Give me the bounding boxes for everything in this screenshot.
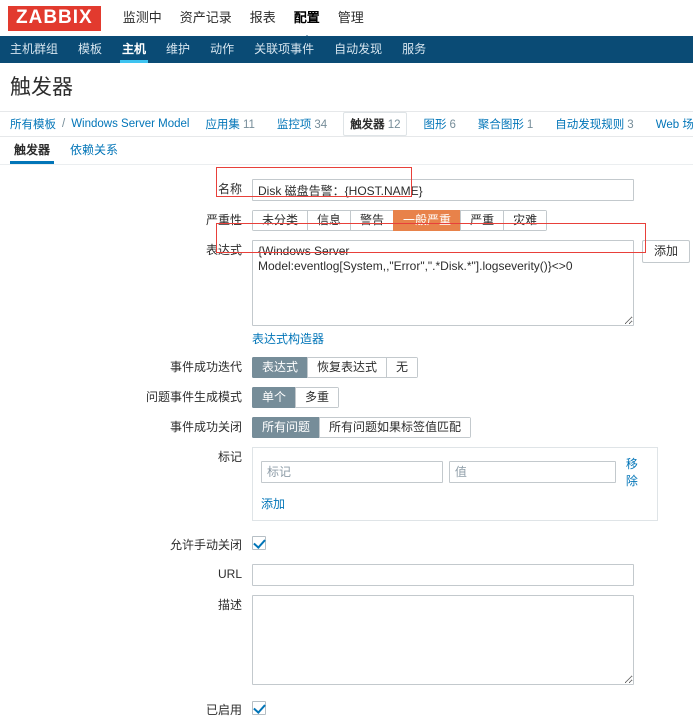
top-header: ZABBIX 监测中 资产记录 报表 配置 管理 xyxy=(0,0,693,42)
tags-container: 移除 添加 xyxy=(252,447,658,521)
breadcrumb-template-name[interactable]: Windows Server Model xyxy=(71,118,189,130)
name-label: 名称 xyxy=(217,182,242,196)
expression-add-button[interactable]: 添加 xyxy=(642,240,691,263)
object-tab-applications[interactable]: 应用集 11 xyxy=(199,113,260,135)
object-tab-discovery-rules-label: 自动发现规则 xyxy=(555,119,625,131)
problem-event-generation-mode-group: 单个 多重 xyxy=(252,387,340,408)
form-row-url: URL xyxy=(0,564,693,586)
severity-option-high[interactable]: 严重 xyxy=(460,210,504,231)
menu-item-monitoring[interactable]: 监测中 xyxy=(123,0,162,36)
tags-label: 标记 xyxy=(217,450,242,464)
severity-option-disaster[interactable]: 灾难 xyxy=(503,210,548,231)
tag-row: 移除 xyxy=(261,455,649,489)
ok-event-generation-label: 事件成功迭代 xyxy=(169,360,242,374)
form-row-tags: 标记 移除 添加 xyxy=(0,447,693,521)
object-tab-discovery-rules-count: 3 xyxy=(627,119,634,131)
severity-option-average[interactable]: 一般严重 xyxy=(393,210,461,231)
expression-textarea[interactable]: {Windows Server Model:eventlog[System,,"… xyxy=(252,240,634,326)
subnav-item-actions[interactable]: 动作 xyxy=(208,36,236,63)
form-row-allow-manual-close: 允许手动关闭 xyxy=(0,535,693,555)
subnav-item-event-correlation[interactable]: 关联项事件 xyxy=(252,36,316,63)
problem-event-generation-mode-label: 问题事件生成模式 xyxy=(145,390,242,404)
ok-event-generation-option-recovery-expression[interactable]: 恢复表达式 xyxy=(307,357,387,378)
problem-event-mode-option-single[interactable]: 单个 xyxy=(252,387,296,408)
tab-dependencies[interactable]: 依赖关系 xyxy=(68,136,120,164)
name-input[interactable] xyxy=(252,179,634,201)
object-tab-items-count: 34 xyxy=(314,119,328,131)
object-tab-triggers-label: 触发器 xyxy=(350,119,385,131)
object-tab-web-scenarios[interactable]: Web 场景 xyxy=(650,113,693,135)
form-row-enabled: 已启用 xyxy=(0,700,693,720)
severity-label: 严重性 xyxy=(205,213,242,227)
ok-event-generation-option-none[interactable]: 无 xyxy=(386,357,419,378)
allow-manual-close-label: 允许手动关闭 xyxy=(169,538,242,552)
object-tab-graphs[interactable]: 图形 6 xyxy=(417,113,461,135)
form-row-description: 描述 xyxy=(0,595,693,688)
object-tab-screens[interactable]: 聚合图形 1 xyxy=(472,113,539,135)
form-row-name: 名称 xyxy=(0,179,693,201)
ok-event-closes-group: 所有问题 所有问题如果标签值匹配 xyxy=(252,417,472,438)
ok-event-closes-option-tag-match[interactable]: 所有问题如果标签值匹配 xyxy=(319,417,472,438)
url-input[interactable] xyxy=(252,564,634,586)
form-row-ok-event-closes: 事件成功关闭 所有问题 所有问题如果标签值匹配 xyxy=(0,417,693,438)
form-row-expression: 表达式 {Windows Server Model:eventlog[Syste… xyxy=(0,240,693,347)
tag-value-input[interactable] xyxy=(448,461,616,483)
tag-add-link[interactable]: 添加 xyxy=(261,495,285,512)
severity-button-group: 未分类 信息 警告 一般严重 严重 灾难 xyxy=(252,210,548,231)
zabbix-logo[interactable]: ZABBIX xyxy=(8,5,101,31)
subnav-item-maintenance[interactable]: 维护 xyxy=(164,36,192,63)
problem-event-mode-option-multiple[interactable]: 多重 xyxy=(295,387,340,408)
expression-constructor-link[interactable]: 表达式构造器 xyxy=(252,330,324,347)
description-textarea[interactable] xyxy=(252,595,634,685)
object-tab-graphs-count: 6 xyxy=(449,119,456,131)
tab-trigger[interactable]: 触发器 xyxy=(9,136,55,164)
breadcrumb: 所有模板 / Windows Server Model 应用集 11 监控项 34 … xyxy=(0,111,693,137)
severity-option-information[interactable]: 信息 xyxy=(307,210,351,231)
ok-event-generation-group: 表达式 恢复表达式 无 xyxy=(252,357,419,378)
subnav-item-hosts[interactable]: 主机 xyxy=(120,36,149,63)
object-tab-applications-label: 应用集 xyxy=(205,119,240,131)
subnav-item-host-groups[interactable]: 主机群组 xyxy=(8,36,60,63)
menu-item-inventory[interactable]: 资产记录 xyxy=(180,0,232,36)
description-label: 描述 xyxy=(217,598,242,612)
object-tab-screens-count: 1 xyxy=(526,119,534,131)
subnav-item-services[interactable]: 服务 xyxy=(400,36,428,63)
sub-navigation: 主机群组 模板 主机 维护 动作 关联项事件 自动发现 服务 xyxy=(0,36,693,63)
form-row-ok-event-generation: 事件成功迭代 表达式 恢复表达式 无 xyxy=(0,357,693,378)
trigger-form: 名称 严重性 未分类 信息 警告 一般严重 严重 灾难 表达式 {Windows… xyxy=(0,165,693,725)
expression-label: 表达式 xyxy=(205,243,242,257)
enabled-label: 已启用 xyxy=(205,703,242,717)
object-tab-items[interactable]: 监控项 34 xyxy=(271,113,333,135)
subnav-item-templates[interactable]: 模板 xyxy=(76,36,104,63)
object-tab-discovery-rules[interactable]: 自动发现规则 3 xyxy=(549,113,639,135)
ok-event-generation-option-expression[interactable]: 表达式 xyxy=(252,357,308,378)
form-row-severity: 严重性 未分类 信息 警告 一般严重 严重 灾难 xyxy=(0,210,693,231)
tag-name-input[interactable] xyxy=(261,461,443,483)
menu-item-administration[interactable]: 管理 xyxy=(338,0,364,36)
severity-option-not-classified[interactable]: 未分类 xyxy=(252,210,308,231)
allow-manual-close-checkbox[interactable] xyxy=(252,535,266,550)
url-label: URL xyxy=(217,567,242,581)
object-tab-triggers-count: 12 xyxy=(387,119,401,131)
object-tab-items-label: 监控项 xyxy=(276,119,312,131)
page-title: 触发器 xyxy=(10,76,73,99)
tag-remove-link[interactable]: 移除 xyxy=(626,455,649,489)
menu-item-configuration[interactable]: 配置 xyxy=(294,0,320,42)
ok-event-closes-label: 事件成功关闭 xyxy=(169,420,242,434)
menu-item-reports[interactable]: 报表 xyxy=(250,0,276,36)
object-tab-graphs-label: 图形 xyxy=(423,119,447,131)
object-tab-web-scenarios-label: Web 场景 xyxy=(655,119,693,131)
object-tab-applications-count: 11 xyxy=(242,119,255,131)
object-tab-triggers[interactable]: 触发器 12 xyxy=(343,112,408,136)
form-tabs: 触发器 依赖关系 xyxy=(0,137,693,165)
form-row-problem-event-generation-mode: 问题事件生成模式 单个 多重 xyxy=(0,387,693,408)
subnav-item-discovery[interactable]: 自动发现 xyxy=(332,36,384,63)
ok-event-closes-option-all-problems[interactable]: 所有问题 xyxy=(252,417,320,438)
object-tab-screens-label: 聚合图形 xyxy=(477,119,524,131)
main-menu: 监测中 资产记录 报表 配置 管理 xyxy=(123,0,364,42)
breadcrumb-separator: / xyxy=(62,118,66,130)
enabled-checkbox[interactable] xyxy=(252,700,266,715)
severity-option-warning[interactable]: 警告 xyxy=(350,210,394,231)
breadcrumb-all-templates[interactable]: 所有模板 xyxy=(10,116,56,132)
